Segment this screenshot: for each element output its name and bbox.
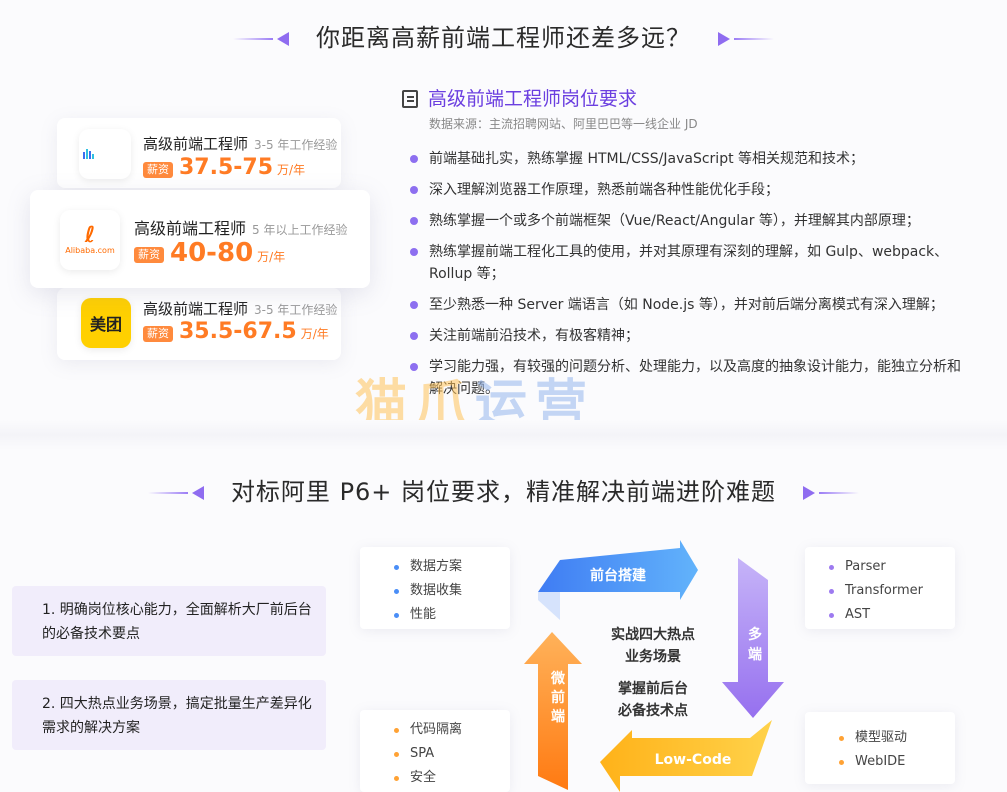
top-title-bar: 你距离高薪前端工程师还差多远？ — [0, 18, 1007, 53]
arrow-label-bottom: Low-Code — [654, 752, 732, 768]
title-decoration-left — [148, 486, 208, 500]
salary-tag: 薪资 — [134, 247, 164, 263]
salary-tag: 薪资 — [143, 162, 173, 178]
info-item: 模型驱动 — [839, 726, 955, 750]
alibaba-logo: ℓ Alibaba.com — [60, 210, 120, 270]
info-item: 数据方案 — [394, 555, 510, 579]
document-icon — [402, 90, 418, 108]
page-title: 你距离高薪前端工程师还差多远？ — [316, 24, 691, 52]
title-decoration-right — [714, 32, 774, 46]
salary-tag: 薪资 — [143, 326, 173, 342]
info-item: Transformer — [829, 579, 955, 603]
benefit-item-2: 2. 四大热点业务场景，搞定批量生产差异化需求的解决方案 — [12, 680, 326, 750]
bytedance-logo-icon — [83, 149, 94, 159]
info-item: 代码隔离 — [394, 718, 510, 742]
arrow-top-shadow — [538, 592, 560, 620]
info-item: 性能 — [394, 603, 510, 627]
info-item: AST — [829, 603, 955, 627]
info-item: WebIDE — [839, 750, 955, 774]
job-title: 高级前端工程师 3-5 年工作经验 — [143, 300, 338, 318]
requirement-item: 深入理解浏览器工作原理，熟悉前端各种性能优化手段； — [410, 179, 965, 201]
second-title-bar: 对标阿里 P6+ 岗位要求，精准解决前端进阶难题 — [0, 472, 1007, 507]
requirement-item: 熟练掌握前端工程化工具的使用，并对其原理有深刻的理解，如 Gulp、webpac… — [410, 241, 965, 285]
info-item: 安全 — [394, 766, 510, 790]
salary-value: 37.5-75 万/年 — [179, 155, 306, 180]
info-item: SPA — [394, 742, 510, 766]
salary-value: 40-80 万/年 — [170, 238, 286, 268]
job-card-alibaba: ℓ Alibaba.com 高级前端工程师 5 年以上工作经验 薪资 40-80 万… — [30, 190, 370, 288]
job-card-meituan: 美团 高级前端工程师 3-5 年工作经验 薪资 35.5-67.5 万/年 — [57, 288, 341, 360]
meituan-logo: 美团 — [81, 298, 131, 348]
requirement-item: 关注前端前沿技术，有极客精神； — [410, 325, 965, 347]
title-decoration-left — [233, 32, 293, 46]
info-item: 数据收集 — [394, 579, 510, 603]
title-decoration-right — [799, 486, 859, 500]
alibaba-logo-text: Alibaba.com — [65, 245, 115, 255]
benefit-item-1: 1. 明确岗位核心能力，全面解析大厂前后台的必备技术要点 — [12, 586, 326, 656]
requirements-source: 数据来源：主流招聘网站、阿里巴巴等一线企业 JD — [429, 117, 698, 131]
salary-value: 35.5-67.5 万/年 — [179, 319, 329, 344]
alibaba-logo-icon: ℓ — [84, 222, 96, 248]
section-title: 对标阿里 P6+ 岗位要求，精准解决前端进阶难题 — [230, 478, 777, 506]
info-box-lowcode: 模型驱动 WebIDE — [805, 712, 955, 784]
requirement-item: 至少熟悉一种 Server 端语言（如 Node.js 等），并对前后端分离模式… — [410, 294, 965, 316]
info-box-micro-frontend: 代码隔离 SPA 安全 — [360, 710, 510, 792]
requirements-heading: 高级前端工程师岗位要求 — [402, 84, 637, 111]
section-divider — [0, 420, 1007, 450]
arrow-label-right: 多端 — [748, 627, 762, 663]
requirement-item: 前端基础扎实，熟练掌握 HTML/CSS/JavaScript 等相关规范和技术… — [410, 148, 965, 170]
diagram-center-text: 实战四大热点 业务场景 掌握前后台 必备技术点 — [611, 627, 695, 719]
info-box-compiler: Parser Transformer AST — [805, 547, 955, 629]
info-item: Parser — [829, 555, 955, 579]
requirement-item: 熟练掌握一个或多个前端框架（Vue/React/Angular 等），并理解其内… — [410, 210, 965, 232]
info-box-data: 数据方案 数据收集 性能 — [360, 547, 510, 629]
job-card-bytedance: 高级前端工程师 3-5 年工作经验 薪资 37.5-75 万/年 — [57, 118, 341, 188]
arrow-label-left: 微前端 — [551, 671, 565, 725]
job-title: 高级前端工程师 5 年以上工作经验 — [134, 219, 348, 238]
meituan-logo-text: 美团 — [89, 315, 122, 334]
job-title: 高级前端工程师 3-5 年工作经验 — [143, 135, 338, 153]
arrow-label-top: 前台搭建 — [590, 568, 646, 584]
bytedance-logo — [79, 129, 131, 179]
